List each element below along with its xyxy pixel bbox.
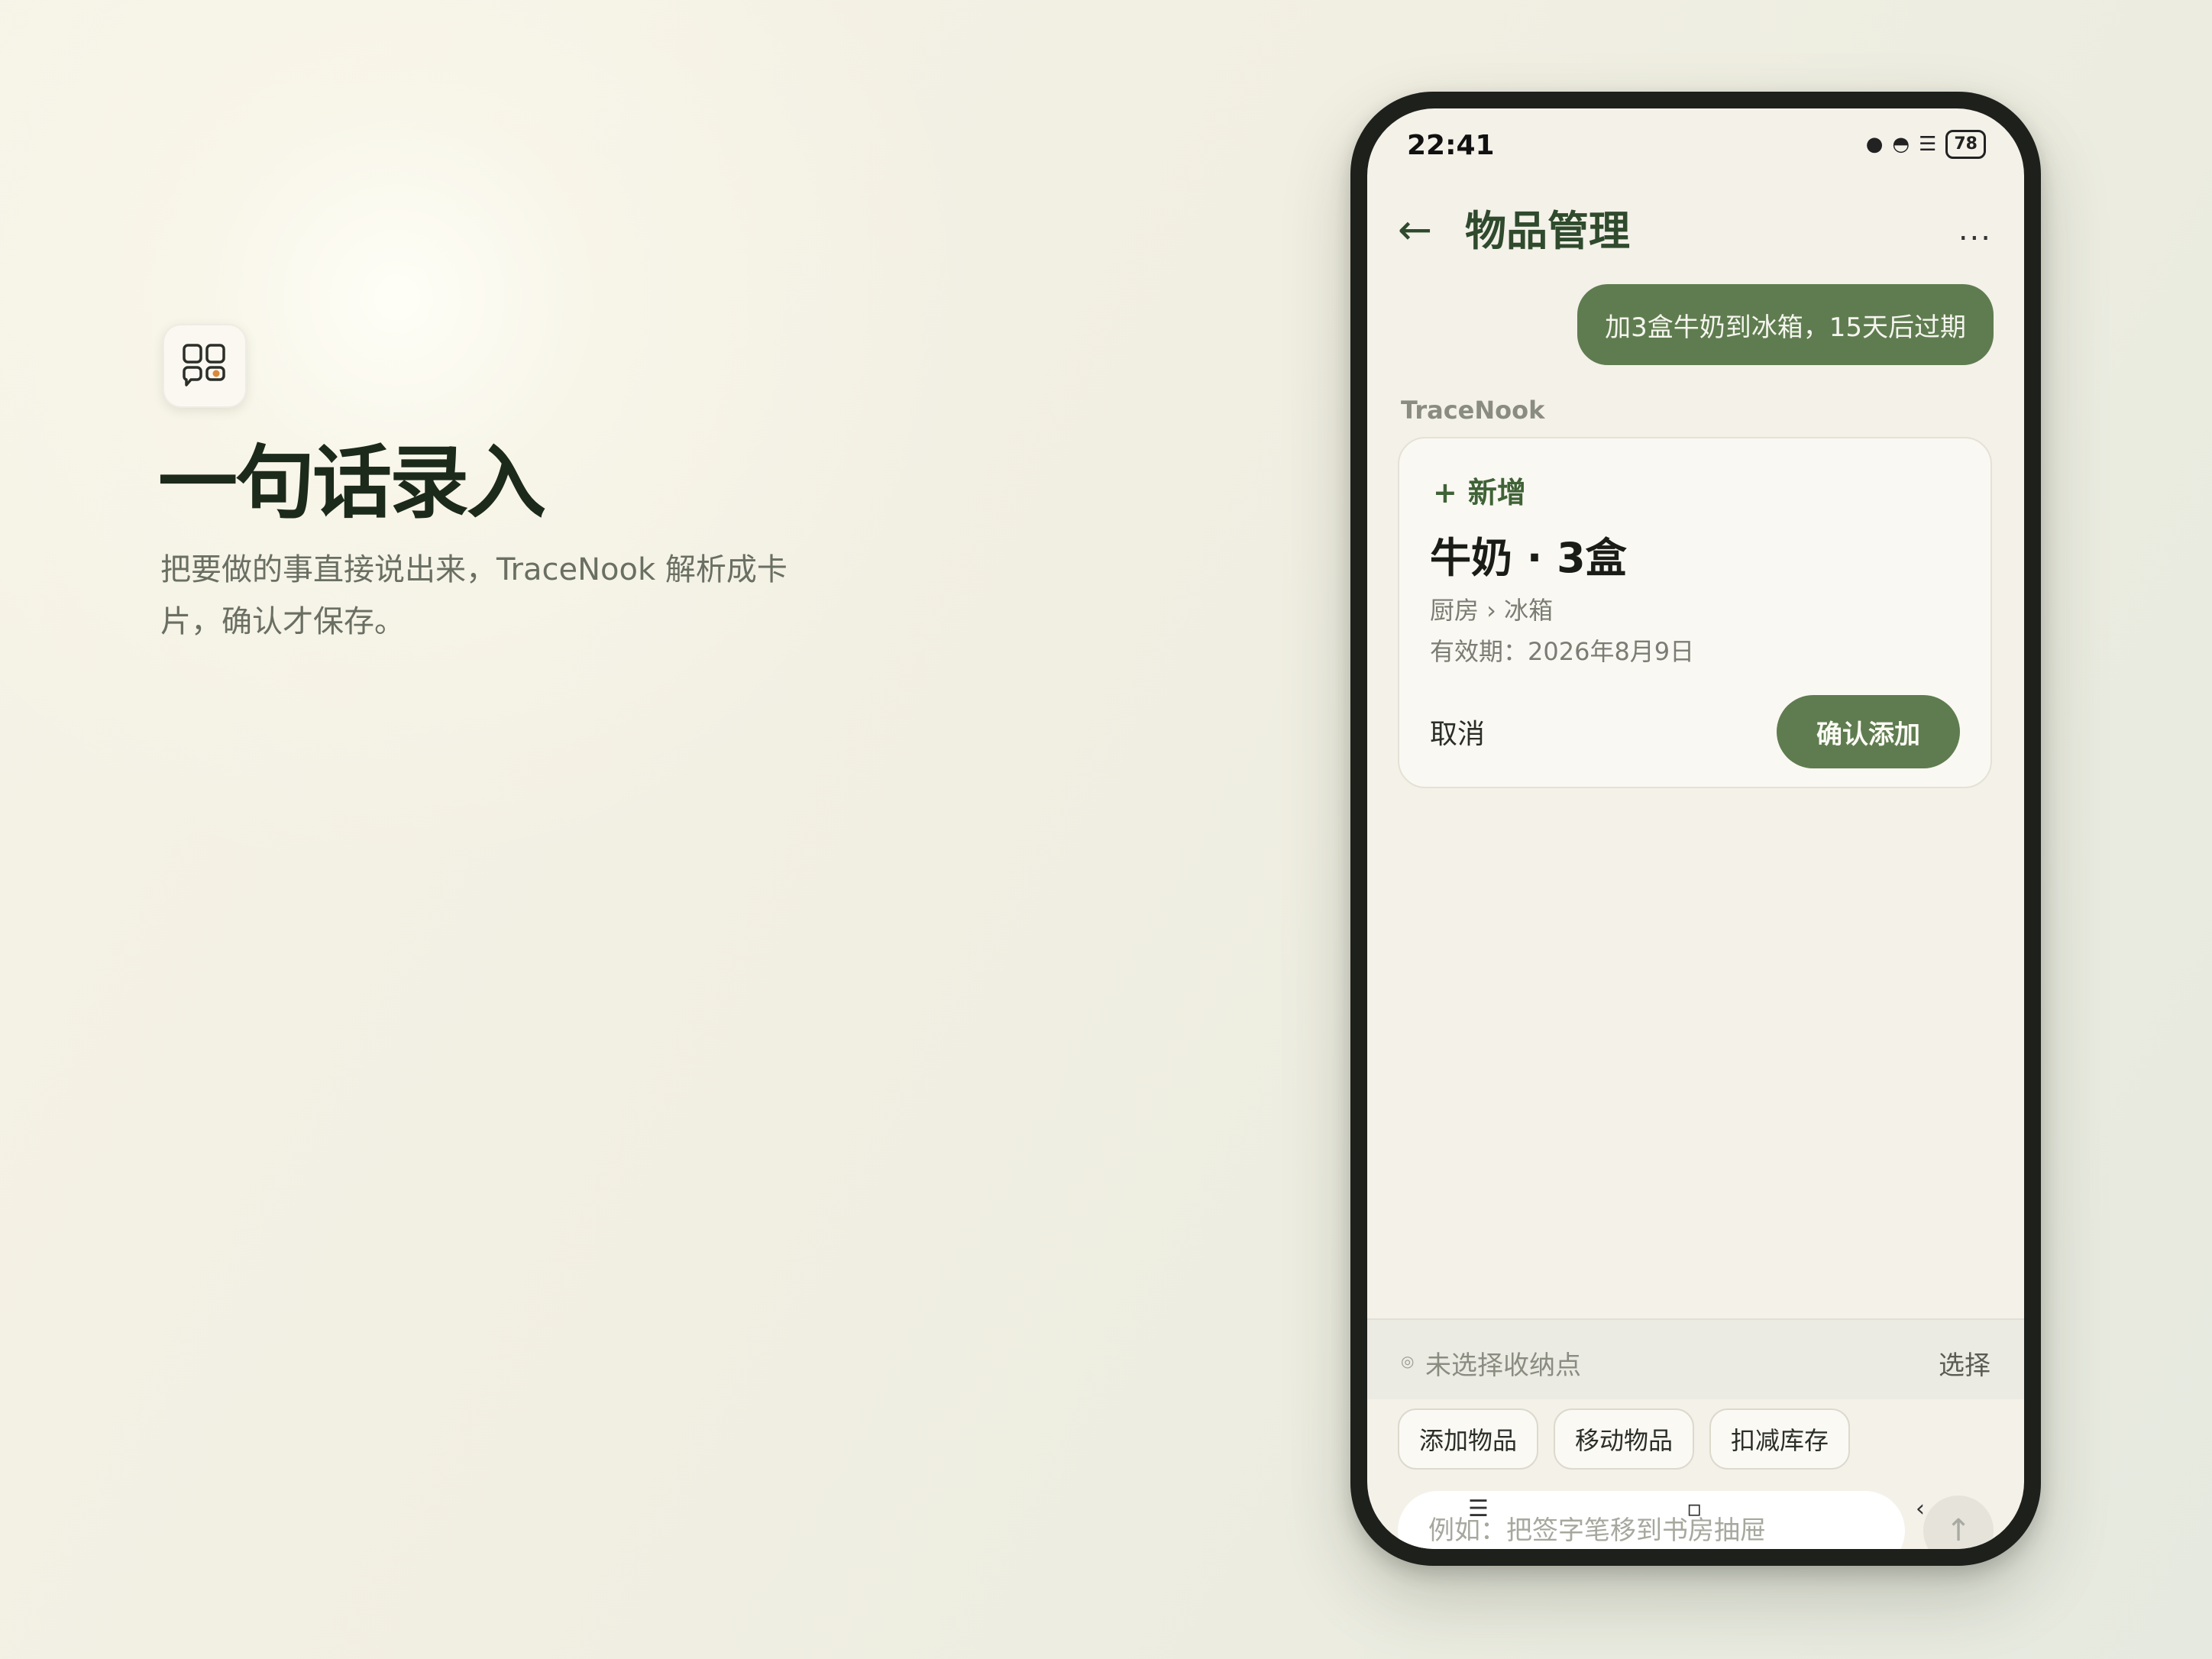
back-arrow-icon[interactable]: ← <box>1398 209 1432 251</box>
page-title: 物品管理 <box>1465 207 1630 255</box>
bot-name-label: TraceNook <box>1401 396 1545 425</box>
back-icon[interactable]: ‹ <box>1916 1496 1925 1522</box>
more-options-icon[interactable]: ... <box>1958 212 1992 247</box>
chat-card-icon <box>183 344 225 386</box>
status-bar: 22:41 ● ◓ ☰ 78 <box>1367 108 2024 177</box>
parsed-item-card: + 新增 牛奶 · 3盒 厨房 › 冰箱 有效期：2026年8月9日 取消 确认添… <box>1398 437 1992 788</box>
quick-action-chips: 添加物品 移动物品 扣减库存 <box>1398 1408 1851 1470</box>
feature-description: 把要做的事直接说出来，TraceNook 解析成卡片，确认才保存。 <box>160 552 787 639</box>
signal-dot-icon: ● <box>1865 133 1884 156</box>
storage-location-row: ◎ 未选择收纳点 选择 <box>1367 1320 2024 1399</box>
location-dot-icon: ◎ <box>1401 1352 1415 1370</box>
app-feature-icon <box>163 324 247 408</box>
plus-icon: + <box>1433 476 1457 509</box>
chip-reduce-stock[interactable]: 扣减库存 <box>1709 1408 1851 1470</box>
status-time: 22:41 <box>1407 130 1495 161</box>
battery-icon: 78 <box>1945 130 1986 159</box>
confirm-add-button[interactable]: 确认添加 <box>1777 695 1960 768</box>
phone-screen: 22:41 ● ◓ ☰ 78 ← 物品管理 ... 加3盒牛奶到冰箱，15天后过… <box>1367 108 2024 1549</box>
card-action-label: + 新增 <box>1433 469 1526 511</box>
home-icon[interactable]: ▫ <box>1686 1496 1702 1522</box>
chip-move-item[interactable]: 移动物品 <box>1554 1408 1695 1470</box>
card-location: 厨房 › 冰箱 <box>1430 596 1554 625</box>
menu-icon[interactable]: ☰ <box>1468 1496 1489 1522</box>
card-item-title: 牛奶 · 3盒 <box>1430 534 1627 582</box>
user-message-bubble: 加3盒牛奶到冰箱，15天后过期 <box>1577 284 1994 365</box>
system-nav-bar: ☰ ▫ ‹ <box>1367 1488 2024 1534</box>
feature-headline: 一句话录入 <box>158 436 546 529</box>
notification-icon: ☰ <box>1919 133 1937 156</box>
storage-status: 未选择收纳点 <box>1425 1350 1581 1381</box>
status-icons: ● ◓ ☰ 78 <box>1866 130 1986 159</box>
chip-add-item[interactable]: 添加物品 <box>1398 1408 1539 1470</box>
select-storage-button[interactable]: 选择 <box>1939 1344 1990 1382</box>
card-expiry: 有效期：2026年8月9日 <box>1430 637 1695 666</box>
phone-frame: 22:41 ● ◓ ☰ 78 ← 物品管理 ... 加3盒牛奶到冰箱，15天后过… <box>1350 92 2041 1566</box>
composer: ◎ 未选择收纳点 选择 添加物品 移动物品 扣减库存 ↑ ☰ ▫ ‹ <box>1367 1318 2024 1549</box>
cancel-button[interactable]: 取消 <box>1430 712 1485 752</box>
card-action-text: 新增 <box>1467 476 1526 509</box>
do-not-disturb-icon: ◓ <box>1892 133 1910 156</box>
nav-header: ← 物品管理 ... <box>1367 192 2024 269</box>
